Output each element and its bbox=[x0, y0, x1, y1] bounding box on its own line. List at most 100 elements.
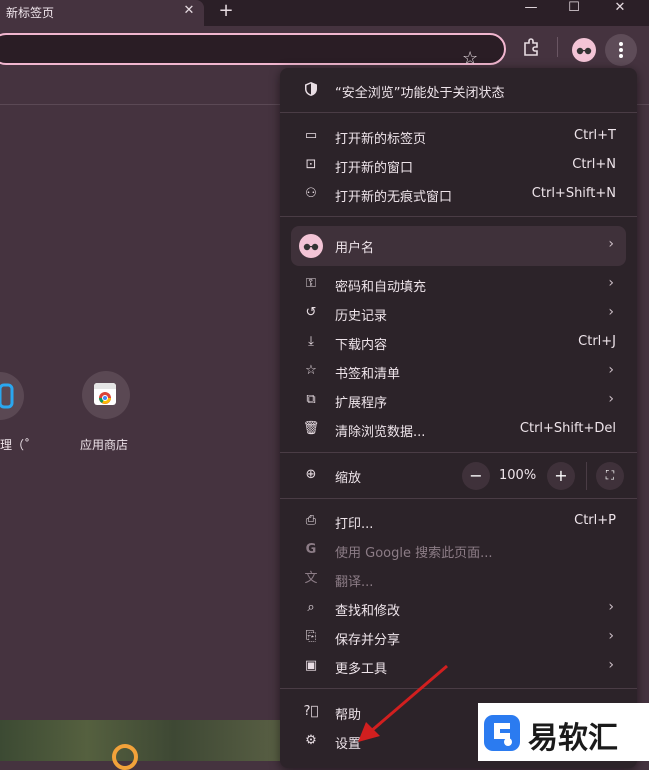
shortcut-tile-1[interactable] bbox=[0, 372, 24, 420]
menu-divider bbox=[280, 216, 637, 217]
menu-item-incognito[interactable]: ⚇ 打开新的无痕式窗口 Ctrl+Shift+N bbox=[280, 180, 637, 209]
tab-title: 新标签页 bbox=[6, 6, 55, 20]
menu-kebab-button[interactable] bbox=[605, 34, 637, 66]
menu-item-label: 翻译... bbox=[335, 575, 374, 590]
watermark: 易软汇 bbox=[478, 703, 649, 761]
help-icon: ?⃝ bbox=[303, 704, 319, 719]
zoom-label: 缩放 bbox=[335, 471, 362, 486]
menu-item-google-search[interactable]: G 使用 Google 搜索此页面... bbox=[280, 536, 637, 565]
menu-item-label: 密码和自动填充 bbox=[335, 280, 427, 295]
profile-avatar bbox=[299, 234, 323, 258]
translate-icon: 文 bbox=[304, 571, 318, 586]
menu-item-passwords[interactable]: ⚿ 密码和自动填充 › bbox=[280, 270, 637, 299]
menu-item-label: 保存并分享 bbox=[335, 633, 401, 648]
toolbox-icon: ▣ bbox=[304, 658, 318, 673]
google-icon: G bbox=[305, 542, 317, 557]
toolbar-separator bbox=[557, 37, 558, 57]
menu-item-print[interactable]: ⎙ 打印... Ctrl+P bbox=[280, 507, 637, 536]
menu-item-history[interactable]: ↺ 历史记录 › bbox=[280, 299, 637, 328]
menu-zoom-row: ⊕ 缩放 bbox=[280, 461, 637, 490]
settings-gear-icon: ⚙ bbox=[305, 733, 317, 748]
menu-divider bbox=[280, 452, 637, 453]
address-bar[interactable]: ☆ bbox=[0, 33, 506, 69]
menu-item-label: 历史记录 bbox=[335, 309, 388, 324]
bookmark-star-icon[interactable]: ☆ bbox=[462, 48, 478, 69]
watermark-text: 易软汇 bbox=[528, 721, 618, 756]
maximize-button[interactable]: ☐ bbox=[551, 0, 597, 18]
shield-icon bbox=[302, 81, 320, 99]
new-tab-icon: ▭ bbox=[304, 128, 318, 143]
chevron-right-icon: › bbox=[608, 391, 614, 407]
extensions-icon[interactable] bbox=[520, 36, 542, 58]
menu-item-label: 下载内容 bbox=[335, 338, 388, 353]
find-icon: ⌕ bbox=[307, 600, 315, 615]
shortcut-app-icon bbox=[0, 383, 14, 409]
chevron-right-icon: › bbox=[608, 628, 614, 644]
zoom-separator bbox=[586, 462, 587, 490]
menu-divider bbox=[280, 112, 637, 113]
menu-item-label: 打开新的标签页 bbox=[335, 132, 427, 147]
download-icon: ⤓ bbox=[308, 334, 314, 349]
glasses-icon bbox=[576, 47, 592, 55]
menu-item-label: 打开新的窗口 bbox=[335, 161, 414, 176]
tab-new-tab[interactable]: 新标签页 ✕ bbox=[0, 0, 204, 26]
minimize-button[interactable]: — bbox=[508, 0, 554, 18]
toolbar: ☆ bbox=[0, 26, 649, 74]
chevron-right-icon: › bbox=[608, 657, 614, 673]
menu-item-clear-data[interactable]: 🗑 清除浏览数据... Ctrl+Shift+Del bbox=[280, 415, 637, 444]
menu-item-shortcut: Ctrl+Shift+N bbox=[531, 186, 616, 201]
chevron-right-icon: › bbox=[608, 362, 614, 378]
new-window-icon: ⊡ bbox=[305, 157, 317, 172]
zoom-in-button[interactable]: + bbox=[547, 462, 575, 490]
close-window-button[interactable]: ✕ bbox=[597, 0, 643, 18]
menu-item-translate[interactable]: 文 翻译... bbox=[280, 565, 637, 594]
menu-item-label: 扩展程序 bbox=[335, 396, 388, 411]
shortcut-label-1: 理（˚ bbox=[0, 438, 31, 452]
menu-item-label: 清除浏览数据... bbox=[335, 425, 426, 440]
background-orange-ring bbox=[112, 744, 138, 770]
fullscreen-button[interactable]: ⛶ bbox=[596, 462, 624, 490]
chevron-right-icon: › bbox=[608, 275, 614, 291]
annotation-arrow bbox=[358, 664, 448, 742]
tab-close-icon[interactable]: ✕ bbox=[180, 2, 198, 20]
menu-item-shortcut: Ctrl+Shift+Del bbox=[519, 421, 616, 436]
chevron-right-icon: › bbox=[608, 599, 614, 615]
history-icon: ↺ bbox=[305, 305, 317, 320]
menu-item-shortcut: Ctrl+T bbox=[574, 128, 616, 143]
menu-item-new-tab[interactable]: ▭ 打开新的标签页 Ctrl+T bbox=[280, 122, 637, 151]
menu-item-label: 查找和修改 bbox=[335, 604, 401, 619]
key-icon: ⚿ bbox=[306, 276, 316, 291]
trash-icon: 🗑 bbox=[302, 421, 320, 436]
bookmark-star-icon: ☆ bbox=[305, 363, 317, 378]
print-icon: ⎙ bbox=[305, 513, 317, 528]
new-tab-button[interactable]: + bbox=[215, 1, 237, 23]
zoom-level: 100% bbox=[499, 468, 537, 483]
safe-browsing-status[interactable]: “安全浏览”功能处于关闭状态 bbox=[280, 76, 637, 105]
background-photo bbox=[0, 720, 290, 761]
profile-avatar[interactable] bbox=[572, 38, 596, 62]
menu-item-new-window[interactable]: ⊡ 打开新的窗口 Ctrl+N bbox=[280, 151, 637, 180]
menu-item-label: 打开新的无痕式窗口 bbox=[335, 190, 453, 205]
extension-icon: ⧉ bbox=[306, 392, 316, 407]
profile-name: 用户名 bbox=[335, 241, 375, 256]
zoom-out-button[interactable]: − bbox=[462, 462, 490, 490]
incognito-icon: ⚇ bbox=[305, 186, 317, 201]
web-store-icon bbox=[94, 383, 116, 405]
menu-item-shortcut: Ctrl+N bbox=[572, 157, 616, 172]
menu-item-find-edit[interactable]: ⌕ 查找和修改 › bbox=[280, 594, 637, 623]
glasses-icon bbox=[303, 243, 319, 251]
menu-item-bookmarks[interactable]: ☆ 书签和清单 › bbox=[280, 357, 637, 386]
menu-item-downloads[interactable]: ⤓ 下载内容 Ctrl+J bbox=[280, 328, 637, 357]
menu-item-save-share[interactable]: ⎘ 保存并分享 › bbox=[280, 623, 637, 652]
menu-item-extensions[interactable]: ⧉ 扩展程序 › bbox=[280, 386, 637, 415]
watermark-logo-icon bbox=[484, 715, 520, 751]
menu-profile-row[interactable]: 用户名 › bbox=[291, 226, 626, 266]
safe-browsing-label: “安全浏览”功能处于关闭状态 bbox=[335, 86, 505, 101]
chevron-right-icon: › bbox=[608, 236, 614, 252]
save-share-icon: ⎘ bbox=[305, 629, 317, 644]
menu-divider bbox=[280, 498, 637, 499]
menu-item-shortcut: Ctrl+J bbox=[578, 334, 616, 349]
menu-item-label: 书签和清单 bbox=[335, 367, 401, 382]
title-bar: 新标签页 ✕ + — ☐ ✕ bbox=[0, 0, 649, 26]
menu-item-shortcut: Ctrl+P bbox=[574, 513, 616, 528]
